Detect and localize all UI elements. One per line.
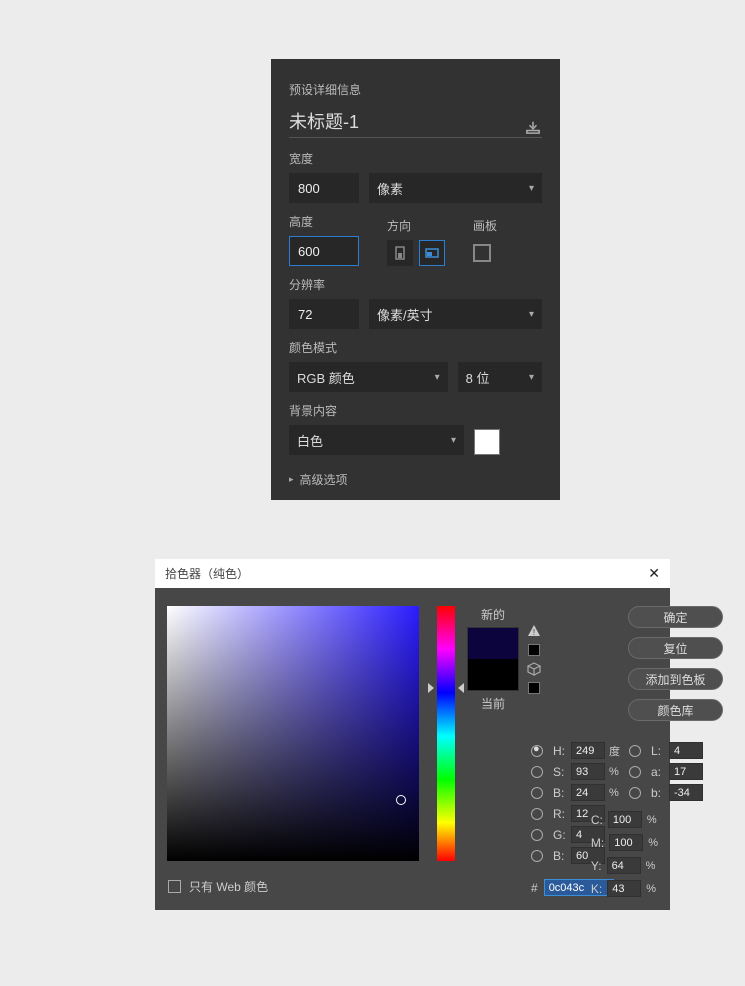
label-r: R:: [553, 807, 567, 821]
close-icon[interactable]: ✕: [648, 565, 660, 582]
chevron-down-icon: ▾: [529, 372, 534, 383]
width-unit-value: 像素: [377, 179, 403, 198]
color-picker-dialog: 拾色器（纯色） ✕ 新的 当前 !: [155, 559, 670, 910]
background-select[interactable]: 白色 ▾: [289, 425, 464, 455]
background-value: 白色: [297, 431, 323, 450]
radio-b-rgb[interactable]: [531, 850, 543, 862]
background-color-swatch[interactable]: [474, 429, 500, 455]
ok-button[interactable]: 确定: [628, 606, 723, 628]
landscape-icon: [424, 245, 440, 261]
hue-arrow-right-icon: [458, 683, 464, 693]
height-label: 高度: [289, 213, 359, 230]
web-colors-checkbox[interactable]: [168, 880, 181, 893]
dialog-title: 拾色器（纯色）: [165, 565, 249, 582]
save-preset-icon[interactable]: [524, 120, 542, 134]
web-colors-label: 只有 Web 颜色: [189, 878, 268, 895]
new-document-panel: 预设详细信息 未标题-1 宽度 像素 ▾ 高度 方向: [271, 59, 560, 500]
label-y: Y:: [591, 859, 602, 873]
gamut-warning-icon[interactable]: !: [527, 624, 541, 638]
y-input[interactable]: [607, 857, 641, 874]
reset-button[interactable]: 复位: [628, 637, 723, 659]
m-input[interactable]: [609, 834, 643, 851]
color-library-button[interactable]: 颜色库: [628, 699, 723, 721]
label-b-hsb: B:: [553, 786, 567, 800]
new-color-swatch: [468, 628, 518, 659]
height-input[interactable]: [289, 236, 359, 266]
label-a: a:: [651, 765, 665, 779]
hex-label: #: [531, 881, 538, 895]
label-l: L:: [651, 744, 665, 758]
advanced-options-toggle[interactable]: ▸ 高级选项: [289, 471, 542, 488]
gamut-swatch[interactable]: [528, 644, 540, 656]
h-input[interactable]: [571, 742, 605, 759]
background-label: 背景内容: [289, 402, 542, 419]
chevron-right-icon: ▸: [289, 474, 294, 485]
bitdepth-value: 8 位: [466, 368, 490, 387]
chevron-down-icon: ▾: [529, 183, 534, 194]
label-h: H:: [553, 744, 567, 758]
width-label: 宽度: [289, 150, 542, 167]
c-input[interactable]: [608, 811, 642, 828]
cmyk-column: C:% M:% Y:% K:%: [591, 811, 658, 897]
s-input[interactable]: [571, 763, 605, 780]
radio-h[interactable]: [531, 745, 543, 757]
radio-a[interactable]: [629, 766, 641, 778]
label-k: K:: [591, 882, 602, 896]
hue-slider[interactable]: [437, 606, 455, 861]
unit-pct2: %: [609, 787, 625, 799]
cube-swatch[interactable]: [528, 682, 540, 694]
chevron-down-icon: ▾: [435, 372, 440, 383]
artboard-label: 画板: [473, 217, 497, 234]
radio-l[interactable]: [629, 745, 641, 757]
radio-b-hsb[interactable]: [531, 787, 543, 799]
current-color-label: 当前: [481, 695, 505, 712]
radio-g[interactable]: [531, 829, 543, 841]
hue-arrow-left-icon: [428, 683, 434, 693]
portrait-icon: [392, 245, 408, 261]
b-lab-input[interactable]: [669, 784, 703, 801]
artboard-checkbox[interactable]: [473, 244, 491, 262]
add-to-swatches-button[interactable]: 添加到色板: [628, 668, 723, 690]
colormode-label: 颜色模式: [289, 339, 542, 356]
new-color-label: 新的: [481, 606, 505, 623]
preset-header: 预设详细信息: [289, 81, 542, 98]
color-field-cursor[interactable]: [396, 795, 406, 805]
resolution-input[interactable]: [289, 299, 359, 329]
orientation-portrait-button[interactable]: [387, 240, 413, 266]
label-c: C:: [591, 813, 603, 827]
chevron-down-icon: ▾: [451, 435, 456, 446]
radio-b-lab[interactable]: [629, 787, 641, 799]
a-input[interactable]: [669, 763, 703, 780]
k-input[interactable]: [607, 880, 641, 897]
current-color-swatch[interactable]: [468, 659, 518, 690]
label-g: G:: [553, 828, 567, 842]
cube-icon[interactable]: [527, 662, 541, 676]
unit-pct1: %: [609, 766, 625, 778]
orientation-label: 方向: [387, 217, 445, 234]
radio-r[interactable]: [531, 808, 543, 820]
colormode-value: RGB 颜色: [297, 368, 355, 387]
width-unit-select[interactable]: 像素 ▾: [369, 173, 542, 203]
b-hsb-input[interactable]: [571, 784, 605, 801]
radio-s[interactable]: [531, 766, 543, 778]
svg-text:!: !: [533, 628, 535, 637]
label-b-lab: b:: [651, 786, 665, 800]
saturation-brightness-field[interactable]: [167, 606, 419, 861]
label-s: S:: [553, 765, 567, 779]
document-title[interactable]: 未标题-1: [289, 108, 359, 134]
resolution-unit-select[interactable]: 像素/英寸 ▾: [369, 299, 542, 329]
unit-deg: 度: [609, 743, 625, 759]
resolution-label: 分辨率: [289, 276, 542, 293]
chevron-down-icon: ▾: [529, 309, 534, 320]
bitdepth-select[interactable]: 8 位 ▾: [458, 362, 542, 392]
l-input[interactable]: [669, 742, 703, 759]
color-preview: [467, 627, 519, 691]
label-b-rgb: B:: [553, 849, 567, 863]
label-m: M:: [591, 836, 604, 850]
colormode-select[interactable]: RGB 颜色 ▾: [289, 362, 448, 392]
advanced-label: 高级选项: [300, 471, 348, 488]
resolution-unit-value: 像素/英寸: [377, 305, 433, 324]
orientation-landscape-button[interactable]: [419, 240, 445, 266]
width-input[interactable]: [289, 173, 359, 203]
